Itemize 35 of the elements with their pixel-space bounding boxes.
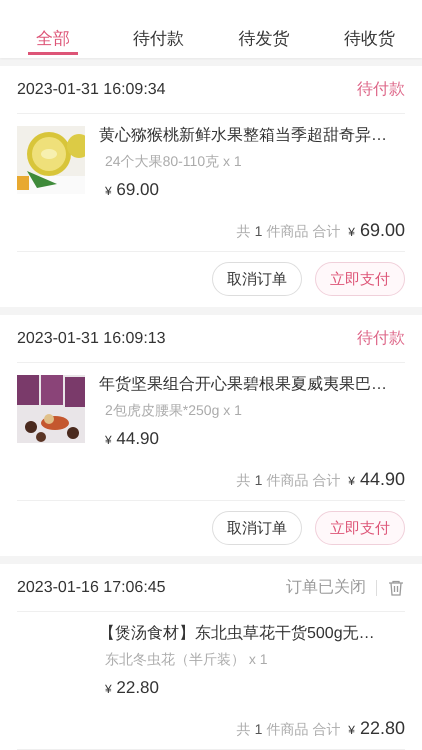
product-title[interactable]: 【煲汤食材】东北虫草花干货500g无… bbox=[99, 624, 405, 644]
product-spec: 东北冬虫花（半斤装） x 1 bbox=[105, 650, 269, 668]
order-status: 待付款 bbox=[357, 80, 405, 100]
order-tab[interactable]: 待发货 bbox=[211, 0, 316, 55]
order-status: 订单已关闭 bbox=[286, 578, 366, 598]
product-price: ¥ 22.80 bbox=[105, 678, 160, 698]
summary-label: 共 bbox=[236, 223, 251, 241]
order-total: ¥ 22.80 bbox=[348, 718, 405, 739]
order-tab[interactable]: 待收货 bbox=[316, 0, 422, 55]
summary-label: 件商品 合计 bbox=[266, 721, 340, 739]
product-title[interactable]: 年货坚果组合开心果碧根果夏威夷果巴… bbox=[99, 375, 405, 395]
pay-button[interactable]: 立即支付 bbox=[315, 262, 405, 296]
product-price: ¥ 44.90 bbox=[105, 429, 160, 449]
item-count: 1 bbox=[254, 223, 262, 239]
summary-label: 件商品 合计 bbox=[266, 472, 340, 490]
order-total: ¥ 44.90 bbox=[348, 469, 405, 490]
order-time: 2023-01-16 17:06:45 bbox=[17, 578, 167, 596]
product-price: ¥ 69.00 bbox=[105, 180, 160, 200]
product-title[interactable]: 黄心猕猴桃新鲜水果整箱当季超甜奇异… bbox=[99, 126, 405, 146]
product-spec: 24个大果80-110克 x 1 bbox=[105, 152, 243, 170]
cancel-button[interactable]: 取消订单 bbox=[212, 262, 302, 296]
summary-label: 共 bbox=[236, 472, 251, 490]
item-count: 1 bbox=[254, 472, 262, 488]
trash-icon[interactable] bbox=[387, 578, 405, 596]
summary-label: 共 bbox=[236, 721, 251, 739]
order-tab[interactable]: 待付款 bbox=[106, 0, 211, 55]
summary-label: 件商品 合计 bbox=[266, 223, 340, 241]
order-time: 2023-01-31 16:09:34 bbox=[17, 80, 167, 98]
order-time: 2023-01-31 16:09:13 bbox=[17, 330, 167, 348]
order-total: ¥ 69.00 bbox=[348, 220, 405, 241]
cancel-button[interactable]: 取消订单 bbox=[212, 511, 302, 545]
order-status: 待付款 bbox=[357, 329, 405, 349]
pay-button[interactable]: 立即支付 bbox=[315, 511, 405, 545]
item-count: 1 bbox=[254, 721, 262, 737]
product-spec: 2包虎皮腰果*250g x 1 bbox=[105, 401, 243, 419]
